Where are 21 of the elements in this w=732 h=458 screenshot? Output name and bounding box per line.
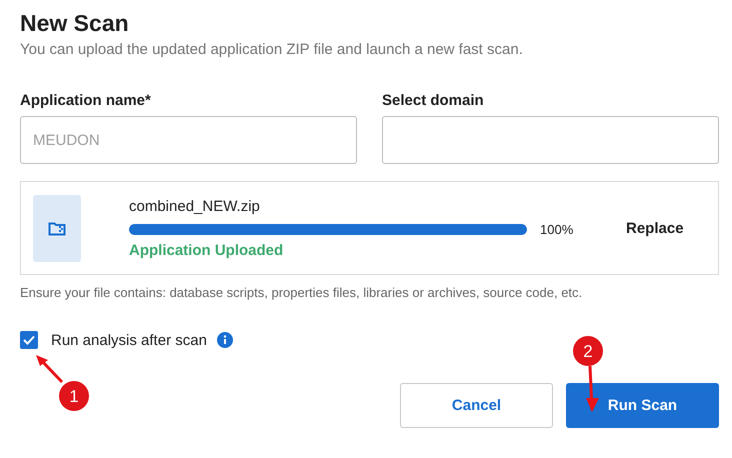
field-label: Select domain	[382, 92, 485, 109]
step-badge: 2	[573, 336, 603, 366]
checkbox[interactable]	[20, 331, 38, 349]
step-badge: 1	[59, 381, 89, 411]
cancel-button[interactable]: Cancel	[400, 383, 553, 428]
callout-arrow	[586, 366, 599, 412]
file-name: combined_NEW.zip	[129, 198, 261, 216]
field-label: Application name*	[20, 92, 152, 109]
dialog-title: New Scan	[20, 9, 130, 38]
file-hint: Ensure your file contains: database scripts, properties files, libraries or archives, source code, etc.	[20, 285, 584, 300]
info-icon[interactable]	[216, 332, 233, 348]
folder-zip-icon	[48, 220, 66, 236]
input-field[interactable]: MEUDON	[20, 116, 357, 164]
replace-button[interactable]: Replace	[622, 216, 688, 240]
upload-status: Application Uploaded	[129, 242, 284, 258]
dialog-subtitle: You can upload the updated application ZIP file and launch a new fast scan.	[20, 41, 524, 58]
run-scan-button[interactable]: Run Scan	[566, 383, 719, 428]
checkbox-label: Run analysis after scan	[51, 332, 207, 348]
input-field[interactable]	[382, 116, 719, 164]
progress-percent: 100%	[540, 222, 574, 236]
callout-arrow	[36, 355, 64, 384]
